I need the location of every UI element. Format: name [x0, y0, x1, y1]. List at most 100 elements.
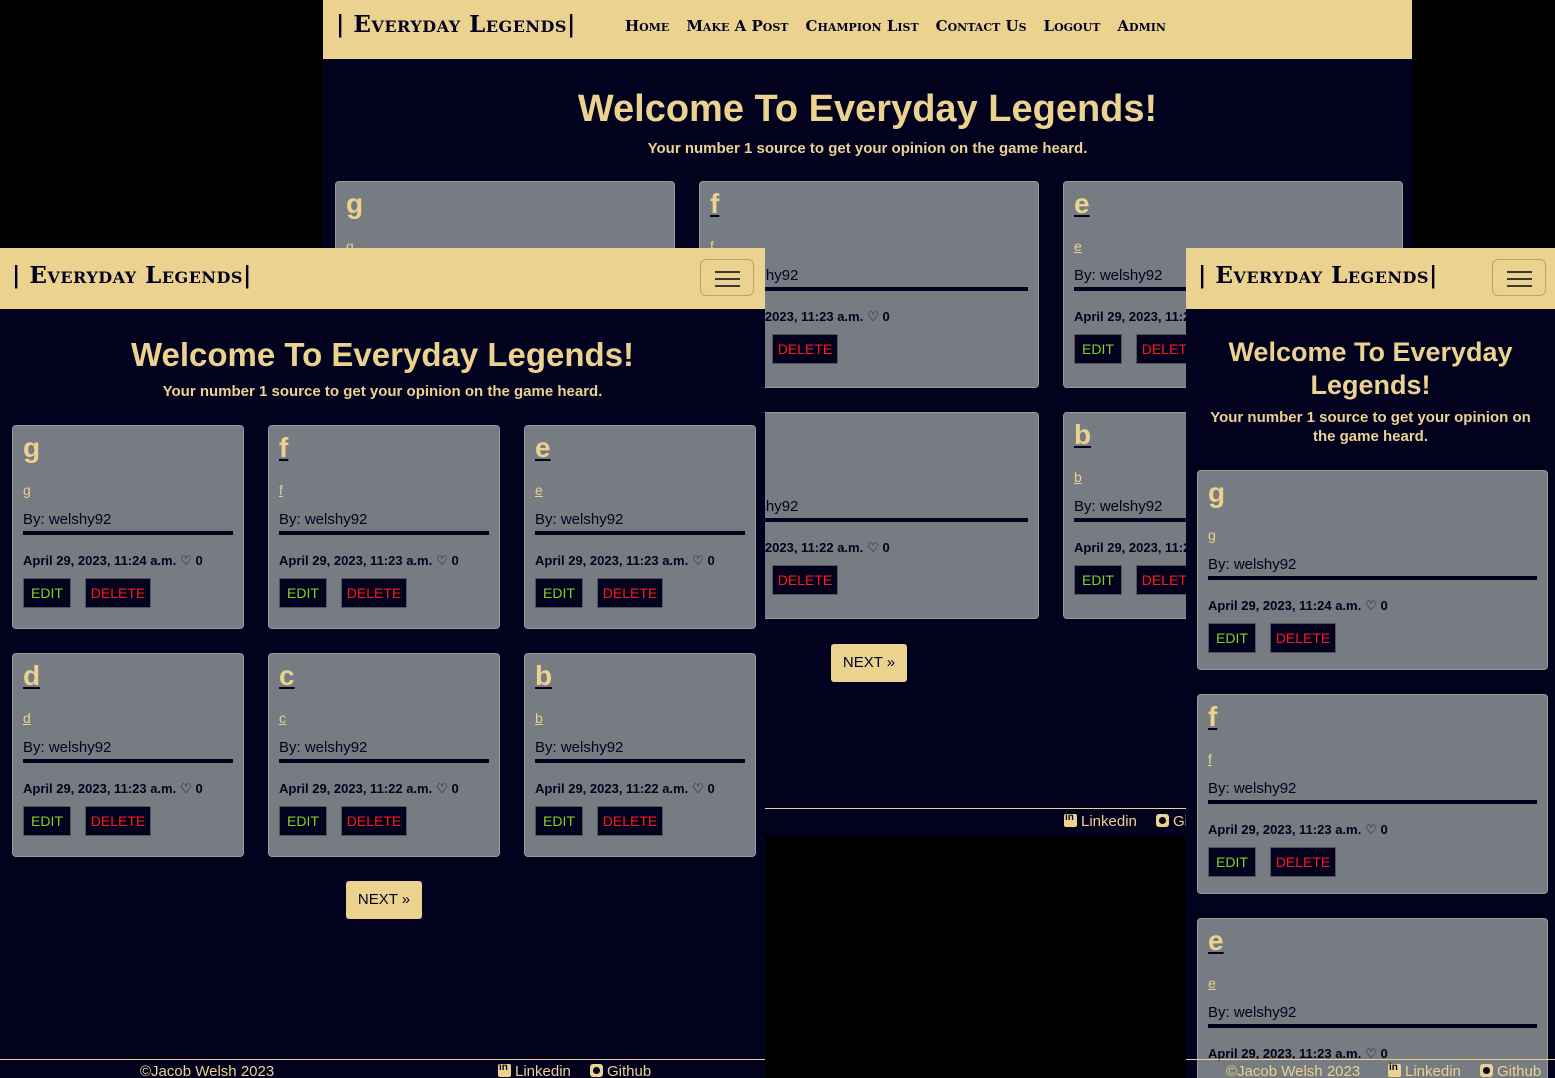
post-excerpt[interactable]: b: [535, 710, 543, 726]
post-title[interactable]: c: [279, 660, 295, 692]
post-excerpt[interactable]: e: [1208, 975, 1216, 991]
next-page-button[interactable]: NEXT »: [831, 644, 907, 682]
page-subtitle: Your number 1 source to get your opinion…: [1210, 409, 1531, 445]
footer-github-link[interactable]: Github: [590, 1063, 651, 1078]
post-date: April 29, 2023, 11:23 a.m.♡ 0: [279, 553, 459, 569]
post-author: By: welshy92: [535, 511, 624, 528]
heart-icon[interactable]: ♡: [436, 781, 448, 797]
post-card: f f By: welshy92 April 29, 2023, 11:23 a…: [268, 425, 500, 629]
heart-icon[interactable]: ♡: [180, 781, 192, 797]
next-page-button[interactable]: NEXT »: [346, 881, 422, 919]
post-title[interactable]: e: [535, 432, 551, 464]
page-subtitle: Your number 1 source to get your opinion…: [647, 140, 1088, 157]
footer-linkedin-link[interactable]: Linkedin: [1388, 1062, 1461, 1078]
post-author: By: welshy92: [1074, 498, 1163, 515]
edit-button[interactable]: EDIT: [279, 578, 327, 608]
nav-logout[interactable]: Logout: [1044, 17, 1101, 35]
delete-button[interactable]: DELETE: [85, 806, 151, 836]
brand-logo[interactable]: | Everyday Legends|: [336, 11, 576, 38]
post-title[interactable]: e: [1208, 925, 1224, 957]
post-excerpt[interactable]: e: [1074, 238, 1082, 254]
like-count: 0: [882, 309, 890, 324]
edit-button[interactable]: EDIT: [1208, 847, 1256, 877]
nav-make-a-post[interactable]: Make A Post: [686, 17, 788, 35]
github-icon: [590, 1064, 603, 1077]
divider: [1208, 576, 1537, 580]
heart-icon[interactable]: ♡: [1365, 822, 1377, 838]
post-excerpt[interactable]: g: [1208, 527, 1216, 543]
footer-linkedin-link[interactable]: Linkedin: [1064, 812, 1137, 830]
edit-button[interactable]: EDIT: [23, 578, 71, 608]
nav-contact-us[interactable]: Contact Us: [936, 17, 1027, 35]
delete-button[interactable]: DELETE: [772, 334, 838, 364]
edit-button[interactable]: EDIT: [1208, 623, 1256, 653]
post-excerpt[interactable]: e: [535, 482, 543, 498]
post-author: By: welshy92: [279, 511, 368, 528]
post-author: By: welshy92: [23, 739, 112, 756]
edit-button[interactable]: EDIT: [535, 806, 583, 836]
post-title[interactable]: f: [710, 188, 719, 220]
post-title[interactable]: f: [1208, 701, 1217, 733]
navbar: | Everyday Legends|: [0, 248, 765, 309]
post-title[interactable]: g: [23, 432, 40, 464]
like-count: 0: [1380, 598, 1388, 613]
post-excerpt[interactable]: f: [279, 482, 283, 498]
menu-toggle-button[interactable]: [1492, 259, 1546, 296]
like-count: 0: [195, 781, 203, 796]
edit-button[interactable]: EDIT: [1074, 334, 1122, 364]
post-excerpt[interactable]: c: [279, 710, 286, 726]
divider: [279, 531, 489, 535]
edit-button[interactable]: EDIT: [535, 578, 583, 608]
post-title[interactable]: f: [279, 432, 288, 464]
post-author: By: welshy92: [279, 739, 368, 756]
delete-button[interactable]: DELETE: [597, 806, 663, 836]
page-title: Welcome To Everyday Legends!: [1228, 337, 1513, 400]
edit-button[interactable]: EDIT: [23, 806, 71, 836]
post-excerpt[interactable]: d: [23, 710, 31, 726]
delete-button[interactable]: DELETE: [85, 578, 151, 608]
post-title[interactable]: d: [23, 660, 40, 692]
post-title[interactable]: b: [1074, 419, 1091, 451]
heart-icon[interactable]: ♡: [692, 781, 704, 797]
post-excerpt[interactable]: b: [1074, 469, 1082, 485]
post-title[interactable]: g: [1208, 477, 1225, 509]
post-title[interactable]: g: [346, 188, 363, 220]
post-title[interactable]: e: [1074, 188, 1090, 220]
post-excerpt[interactable]: f: [1208, 751, 1212, 767]
delete-button[interactable]: DELETE: [1270, 623, 1336, 653]
edit-button[interactable]: EDIT: [1074, 565, 1122, 595]
menu-toggle-button[interactable]: [700, 259, 754, 296]
post-date: April 29, 2023, 11:23 a.m.♡ 0: [535, 553, 715, 569]
edit-button[interactable]: EDIT: [279, 806, 327, 836]
post-author: By: welshy92: [1208, 1004, 1297, 1021]
delete-button[interactable]: DELETE: [1270, 847, 1336, 877]
nav-champion-list[interactable]: Champion List: [806, 17, 919, 35]
post-title[interactable]: b: [535, 660, 552, 692]
like-count: 0: [882, 540, 890, 555]
heart-icon[interactable]: ♡: [180, 553, 192, 569]
delete-button[interactable]: DELETE: [341, 578, 407, 608]
brand-logo[interactable]: | Everyday Legends|: [12, 262, 252, 289]
divider: [535, 531, 745, 535]
post-date: April 29, 2023, 11:22 a.m.♡ 0: [279, 781, 459, 797]
heart-icon[interactable]: ♡: [436, 553, 448, 569]
post-date: April 29, 2023, 11:24 a.m. ♡ 0: [1208, 598, 1388, 614]
footer-github-link[interactable]: Github: [1480, 1063, 1541, 1078]
footer-linkedin-link[interactable]: Linkedin: [498, 1062, 571, 1078]
delete-button[interactable]: DELETE: [341, 806, 407, 836]
post-excerpt[interactable]: g: [23, 482, 31, 498]
page-title: Welcome To Everyday Legends!: [130, 336, 635, 373]
delete-button[interactable]: DELETE: [772, 565, 838, 595]
divider: [279, 759, 489, 763]
post-author: By: welshy92: [1074, 267, 1163, 284]
post-author: By: welshy92: [23, 511, 112, 528]
nav-home[interactable]: Home: [625, 17, 669, 35]
heart-icon[interactable]: ♡: [692, 553, 704, 569]
heart-icon[interactable]: ♡: [867, 309, 879, 325]
heart-icon[interactable]: ♡: [867, 540, 879, 556]
brand-logo[interactable]: | Everyday Legends|: [1198, 262, 1438, 289]
heart-icon[interactable]: ♡: [1365, 598, 1377, 614]
nav-admin[interactable]: Admin: [1117, 17, 1166, 35]
delete-button[interactable]: DELETE: [597, 578, 663, 608]
post-card: b b By: welshy92 April 29, 2023, 11:22 a…: [524, 653, 756, 857]
